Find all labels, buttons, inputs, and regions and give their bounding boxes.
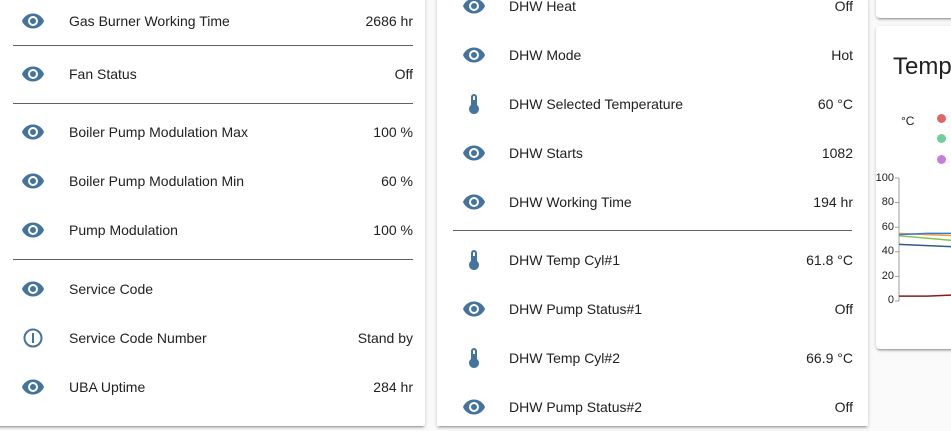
entity-label: Pump Modulation (69, 221, 178, 238)
entity-value: Stand by (357, 329, 413, 346)
entity-row[interactable]: Service Code (0, 264, 425, 313)
entity-value: 61.8 °C (806, 251, 853, 268)
entity-value: 60 % (381, 172, 413, 189)
entity-row[interactable]: DHW Heat Off (437, 0, 868, 30)
entity-label: DHW Starts (509, 144, 583, 161)
dhw-entities-card: DHW Heat Off DHW Mode Hot DHW Selected T… (437, 0, 868, 426)
entity-label: DHW Mode (509, 46, 582, 63)
entity-row[interactable]: DHW Working Time 194 hr (437, 177, 868, 226)
entity-value: 194 hr (813, 193, 853, 210)
entity-label: Boiler Pump Modulation Min (69, 172, 245, 189)
thermometer-icon (462, 92, 486, 116)
eye-icon (462, 190, 486, 214)
entity-label: DHW Temp Cyl#2 (509, 349, 620, 366)
entity-label: DHW Temp Cyl#1 (509, 251, 620, 268)
entity-value: Off (834, 300, 853, 317)
series-line-2 (898, 235, 951, 242)
entity-row[interactable]: UBA Uptime 284 hr (0, 362, 425, 411)
entity-row[interactable]: DHW Starts 1082 (437, 128, 868, 177)
entity-value: Hot (831, 46, 853, 63)
entity-row[interactable]: DHW Temp Cyl#1 61.8 °C (437, 235, 868, 284)
divider (453, 230, 852, 231)
thermometer-icon (462, 346, 486, 370)
entity-value: 100 % (373, 123, 413, 140)
entity-label: Gas Burner Working Time (69, 12, 230, 29)
divider (13, 103, 413, 104)
entity-label: Boiler Pump Modulation Max (69, 123, 248, 140)
entity-row[interactable]: Fan Status Off (0, 49, 425, 98)
entity-label: UBA Uptime (69, 378, 146, 395)
entity-label: DHW Working Time (509, 193, 632, 210)
entity-value: 1082 (821, 144, 853, 161)
entity-value: 60 °C (817, 95, 853, 112)
eye-icon (21, 277, 45, 301)
entity-row[interactable]: DHW Mode Hot (437, 30, 868, 79)
series-line-3 (898, 243, 951, 248)
entity-row[interactable]: Service Code Number Stand by (0, 313, 425, 362)
chart-plot (895, 177, 951, 302)
eye-icon (21, 375, 45, 399)
eye-icon (462, 141, 486, 165)
entity-label: Fan Status (69, 65, 137, 82)
divider (13, 45, 413, 46)
eye-icon (462, 395, 486, 419)
entity-value: Off (834, 398, 853, 415)
entity-value: 284 hr (373, 378, 413, 395)
eye-icon (462, 297, 486, 321)
entity-row[interactable]: Boiler Pump Modulation Min 60 % (0, 156, 425, 205)
eye-icon (21, 62, 45, 86)
entity-row[interactable]: DHW Temp Cyl#2 66.9 °C (437, 333, 868, 382)
eye-icon (21, 120, 45, 144)
eye-icon (21, 169, 45, 193)
entity-label: DHW Pump Status#2 (509, 398, 643, 415)
info-circle-icon (21, 326, 45, 350)
entity-row[interactable]: Boiler Pump Modulation Max 100 % (0, 107, 425, 156)
entity-label: Service Code (69, 280, 154, 297)
entity-value: 66.9 °C (806, 349, 853, 366)
entity-row[interactable]: DHW Selected Temperature 60 °C (437, 79, 868, 128)
entity-row[interactable]: DHW Pump Status#1 Off (437, 284, 868, 333)
entity-label: DHW Heat (509, 0, 576, 14)
entity-row[interactable]: Pump Modulation 100 % (0, 205, 425, 254)
eye-icon (21, 218, 45, 242)
entity-value: Off (834, 0, 853, 14)
series-line-5 (899, 294, 951, 297)
boiler-entities-card: Gas Burner Working Time 2686 hr Fan Stat… (0, 0, 425, 426)
entity-row[interactable]: DHW Pump Status#2 Off (437, 382, 868, 431)
entity-label: Service Code Number (69, 329, 207, 346)
eye-icon (462, 0, 486, 18)
entity-row[interactable]: Gas Burner Working Time 2686 hr (0, 0, 425, 45)
eye-icon (21, 9, 45, 33)
entity-value: 2686 hr (365, 12, 413, 29)
thermometer-icon (462, 248, 486, 272)
eye-icon (462, 43, 486, 67)
entity-label: DHW Pump Status#1 (509, 300, 643, 317)
entity-value: Off (394, 65, 413, 82)
entity-value: 100 % (373, 221, 413, 238)
divider (13, 259, 413, 260)
entity-label: DHW Selected Temperature (509, 95, 684, 112)
partial-card (876, 0, 951, 18)
temperature-history-card[interactable]: Temp °C 100 80 60 40 20 0 (876, 26, 951, 349)
